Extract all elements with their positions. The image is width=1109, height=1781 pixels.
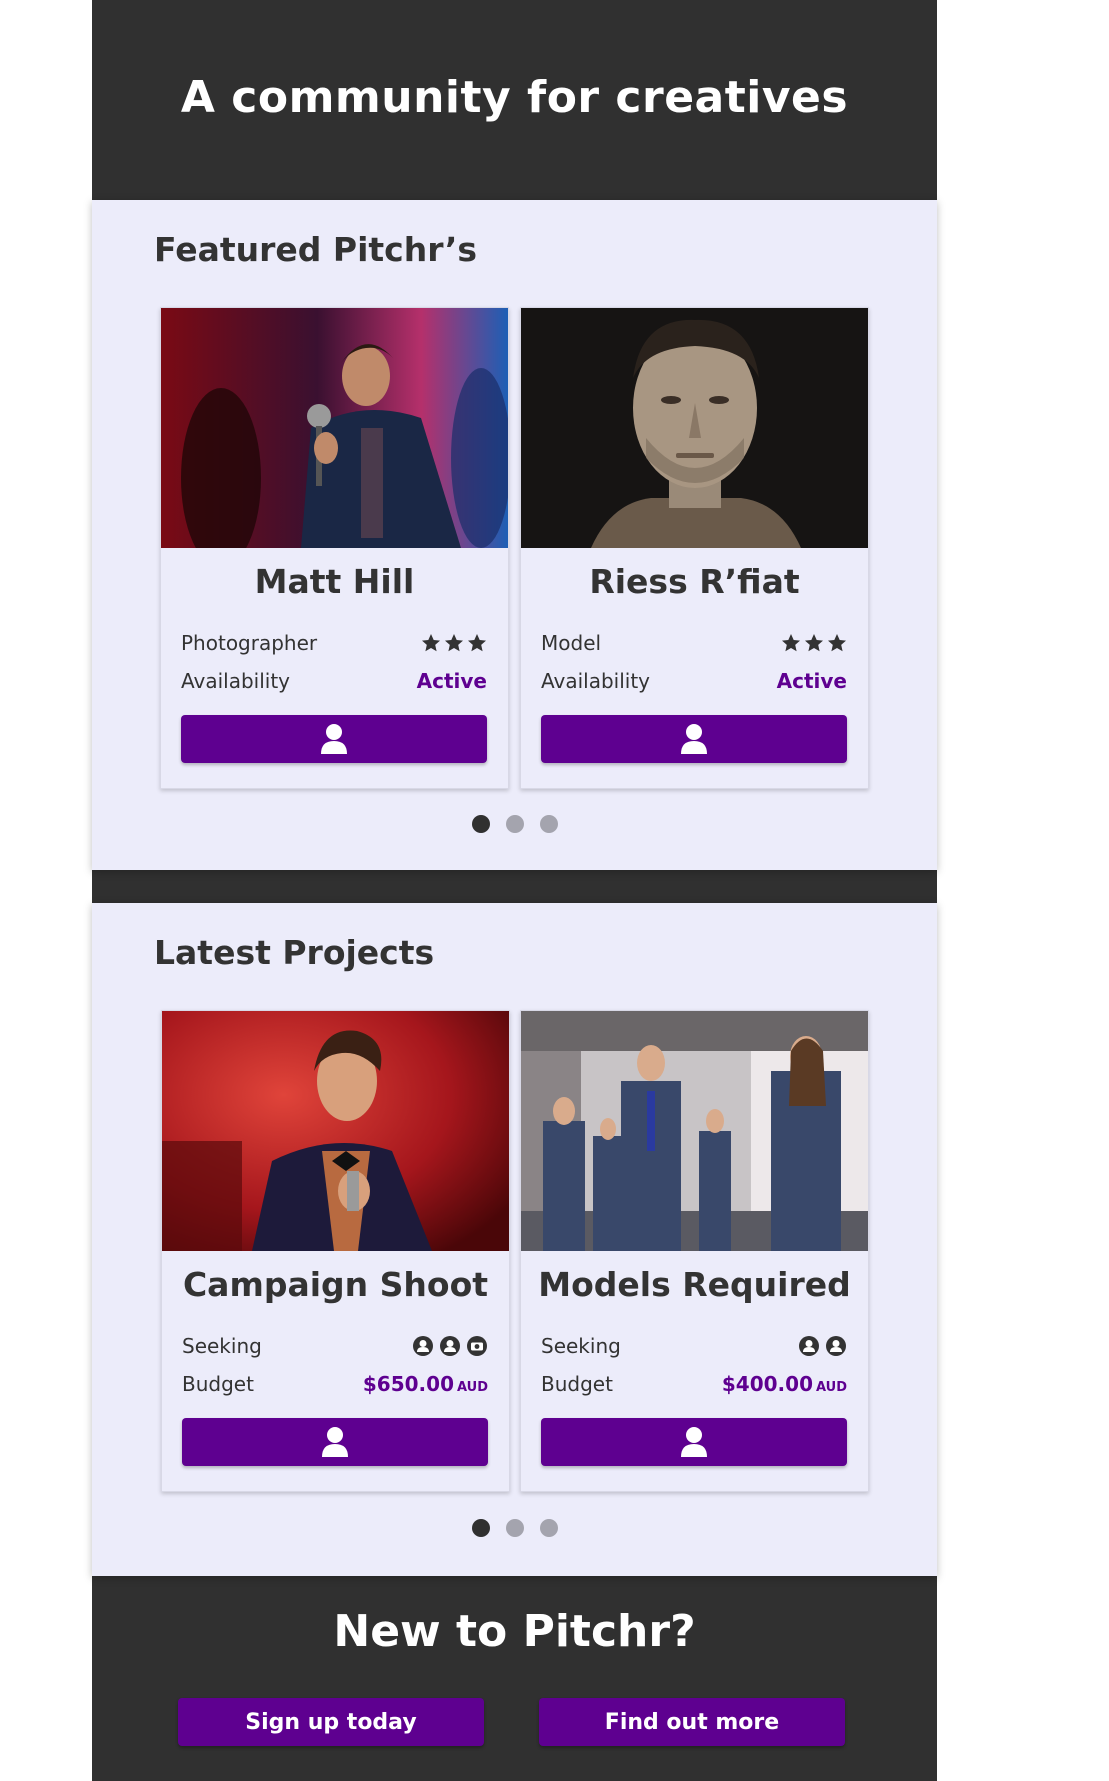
featured-title: Featured Pitchr’s bbox=[154, 230, 478, 269]
projects-title: Latest Projects bbox=[154, 933, 435, 972]
pitchr-photo bbox=[161, 308, 508, 548]
seeking-row: Seeking bbox=[182, 1333, 488, 1359]
availability-label: Availability bbox=[541, 669, 651, 693]
pitchr-name: Matt Hill bbox=[254, 562, 415, 601]
footer-title: New to Pitchr? bbox=[333, 1606, 696, 1657]
project-card[interactable]: Campaign Shoot Seeking Budget $650.00 AUD bbox=[161, 1010, 510, 1492]
budget-row: Budget $400.00 AUD bbox=[541, 1371, 847, 1397]
user-icon bbox=[322, 1427, 348, 1457]
find-out-more-button[interactable]: Find out more bbox=[539, 1698, 845, 1746]
role-label: Model bbox=[541, 631, 602, 655]
carousel-dot-3[interactable] bbox=[539, 815, 558, 833]
projects-carousel-dots bbox=[92, 1519, 937, 1537]
availability-status: Active bbox=[776, 669, 847, 693]
camera-icon bbox=[467, 1336, 487, 1356]
view-project-button[interactable] bbox=[541, 1418, 847, 1466]
availability-row: Availability Active bbox=[181, 668, 487, 694]
carousel-dot-2[interactable] bbox=[505, 1519, 524, 1537]
user-icon bbox=[321, 724, 347, 754]
view-profile-button[interactable] bbox=[541, 715, 847, 763]
carousel-dot-1[interactable] bbox=[471, 815, 490, 833]
seeking-icons bbox=[798, 1335, 847, 1357]
star-icon bbox=[805, 634, 823, 652]
star-icon bbox=[468, 634, 486, 652]
availability-label: Availability bbox=[181, 669, 291, 693]
budget-label: Budget bbox=[541, 1372, 613, 1396]
featured-carousel-dots bbox=[92, 815, 937, 833]
person-icon bbox=[413, 1336, 433, 1356]
availability-status: Active bbox=[416, 669, 487, 693]
project-photo bbox=[162, 1011, 509, 1251]
person-icon bbox=[799, 1336, 819, 1356]
page: A community for creatives Featured Pitch… bbox=[92, 0, 937, 1781]
person-icon bbox=[826, 1336, 846, 1356]
budget-value: $650.00 AUD bbox=[362, 1372, 488, 1396]
person-icon bbox=[440, 1336, 460, 1356]
user-icon bbox=[681, 1427, 707, 1457]
role-row: Photographer bbox=[181, 630, 487, 656]
pitchr-photo bbox=[521, 308, 868, 548]
star-icon bbox=[422, 634, 440, 652]
user-icon bbox=[681, 724, 707, 754]
hero-title: A community for creatives bbox=[180, 72, 849, 123]
carousel-dot-3[interactable] bbox=[539, 1519, 558, 1537]
project-name: Models Required bbox=[538, 1265, 851, 1304]
star-icon bbox=[782, 634, 800, 652]
view-project-button[interactable] bbox=[182, 1418, 488, 1466]
budget-row: Budget $650.00 AUD bbox=[182, 1371, 488, 1397]
project-photo bbox=[521, 1011, 868, 1251]
role-row: Model bbox=[541, 630, 847, 656]
carousel-dot-1[interactable] bbox=[471, 1519, 490, 1537]
budget-value: $400.00 AUD bbox=[721, 1372, 847, 1396]
sign-up-button[interactable]: Sign up today bbox=[178, 1698, 484, 1746]
currency-label: AUD bbox=[815, 1380, 847, 1395]
view-profile-button[interactable] bbox=[181, 715, 487, 763]
projects-section: Latest Projects Campaign Shoot Seeking B… bbox=[92, 903, 937, 1576]
rating-stars bbox=[781, 633, 847, 653]
currency-label: AUD bbox=[456, 1380, 488, 1395]
role-label: Photographer bbox=[181, 631, 318, 655]
carousel-dot-2[interactable] bbox=[505, 815, 524, 833]
featured-section: Featured Pitchr’s Matt Hill Photographer… bbox=[92, 200, 937, 870]
seeking-icons bbox=[412, 1335, 488, 1357]
project-card[interactable]: Models Required Seeking Budget $400.00 AU… bbox=[520, 1010, 869, 1492]
project-name: Campaign Shoot bbox=[182, 1265, 489, 1304]
pitchr-name: Riess R’fiat bbox=[589, 562, 800, 601]
budget-label: Budget bbox=[182, 1372, 254, 1396]
seeking-label: Seeking bbox=[541, 1334, 621, 1358]
star-icon bbox=[445, 634, 463, 652]
rating-stars bbox=[421, 633, 487, 653]
star-icon bbox=[828, 634, 846, 652]
availability-row: Availability Active bbox=[541, 668, 847, 694]
pitchr-card[interactable]: Matt Hill Photographer Availability Acti… bbox=[160, 307, 509, 789]
pitchr-card[interactable]: Riess R’fiat Model Availability Active bbox=[520, 307, 869, 789]
seeking-row: Seeking bbox=[541, 1333, 847, 1359]
seeking-label: Seeking bbox=[182, 1334, 262, 1358]
